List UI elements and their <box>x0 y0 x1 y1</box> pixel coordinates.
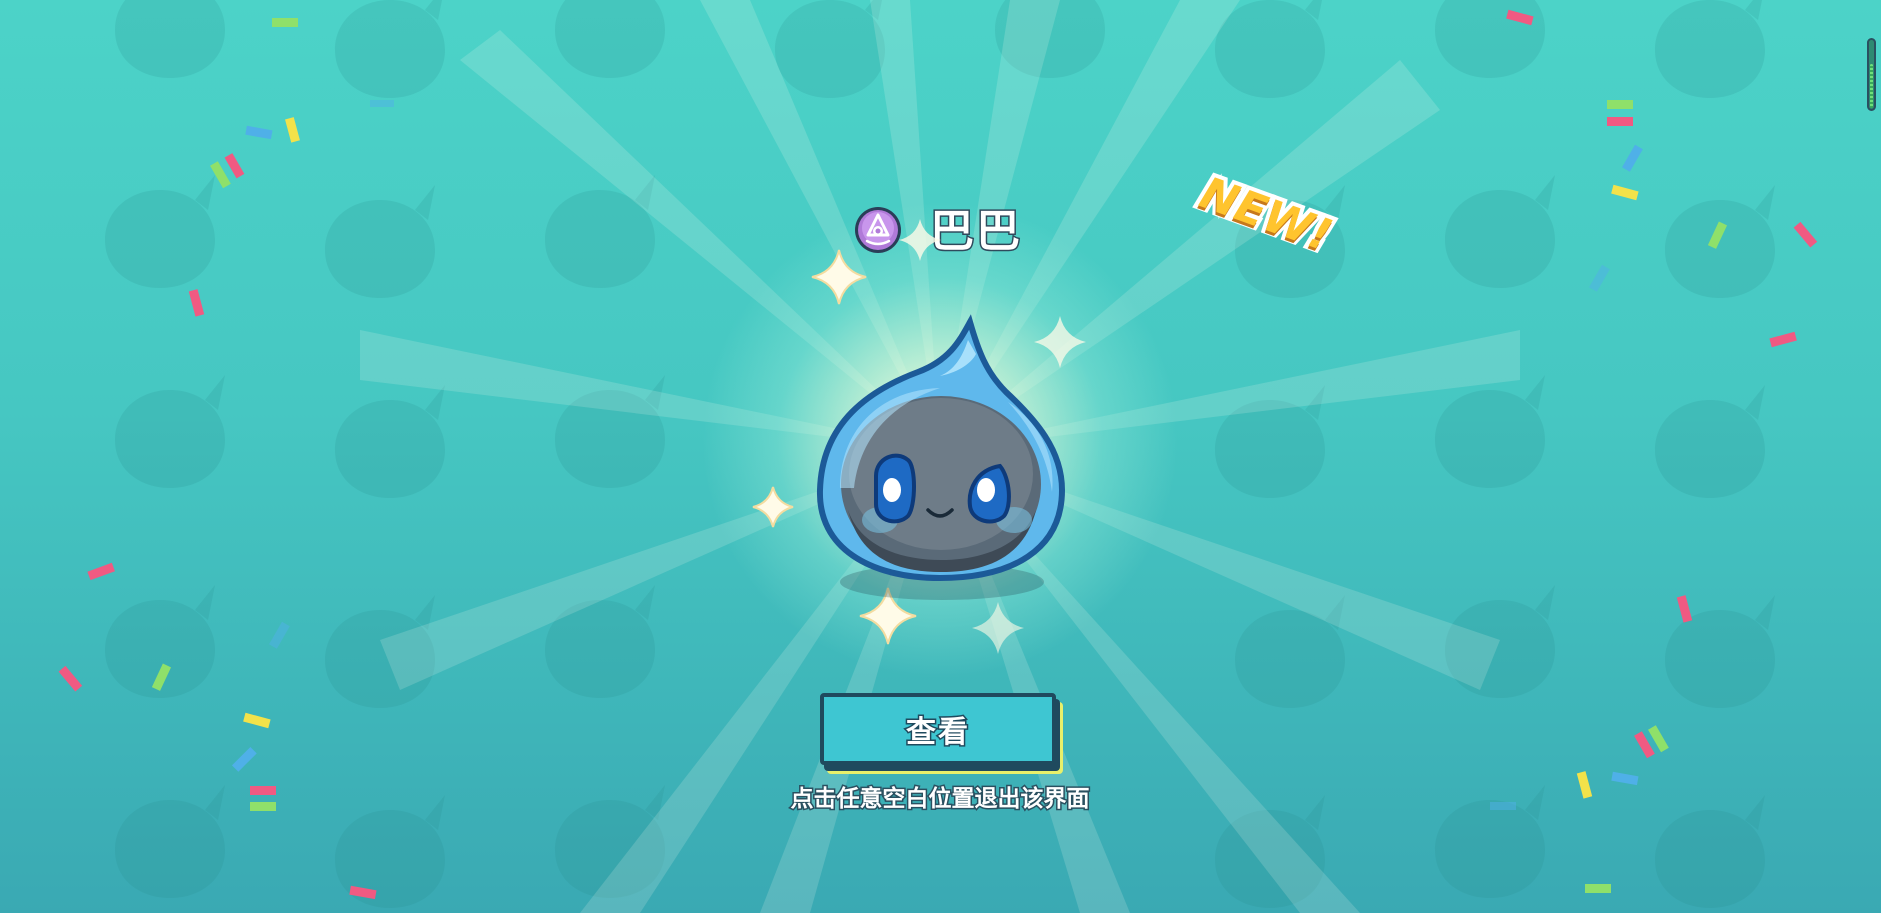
side-scroll-indicator[interactable] <box>1867 38 1876 111</box>
sparkle-icon <box>899 219 941 261</box>
sparkle-icon <box>752 486 794 528</box>
view-button-label: 查看 <box>905 714 970 752</box>
side-scroll-indicator-fill <box>1870 64 1873 108</box>
view-button[interactable]: 查看 <box>820 693 1056 765</box>
sparkle-icon <box>811 249 867 305</box>
water-droplet-pet <box>816 314 1066 600</box>
reward-screen[interactable]: 巴巴 NEW! 查看 点击任意空白位置退出该界面 <box>0 0 1881 913</box>
exit-hint-text: 点击任意空白位置退出该界面 <box>789 785 1091 814</box>
